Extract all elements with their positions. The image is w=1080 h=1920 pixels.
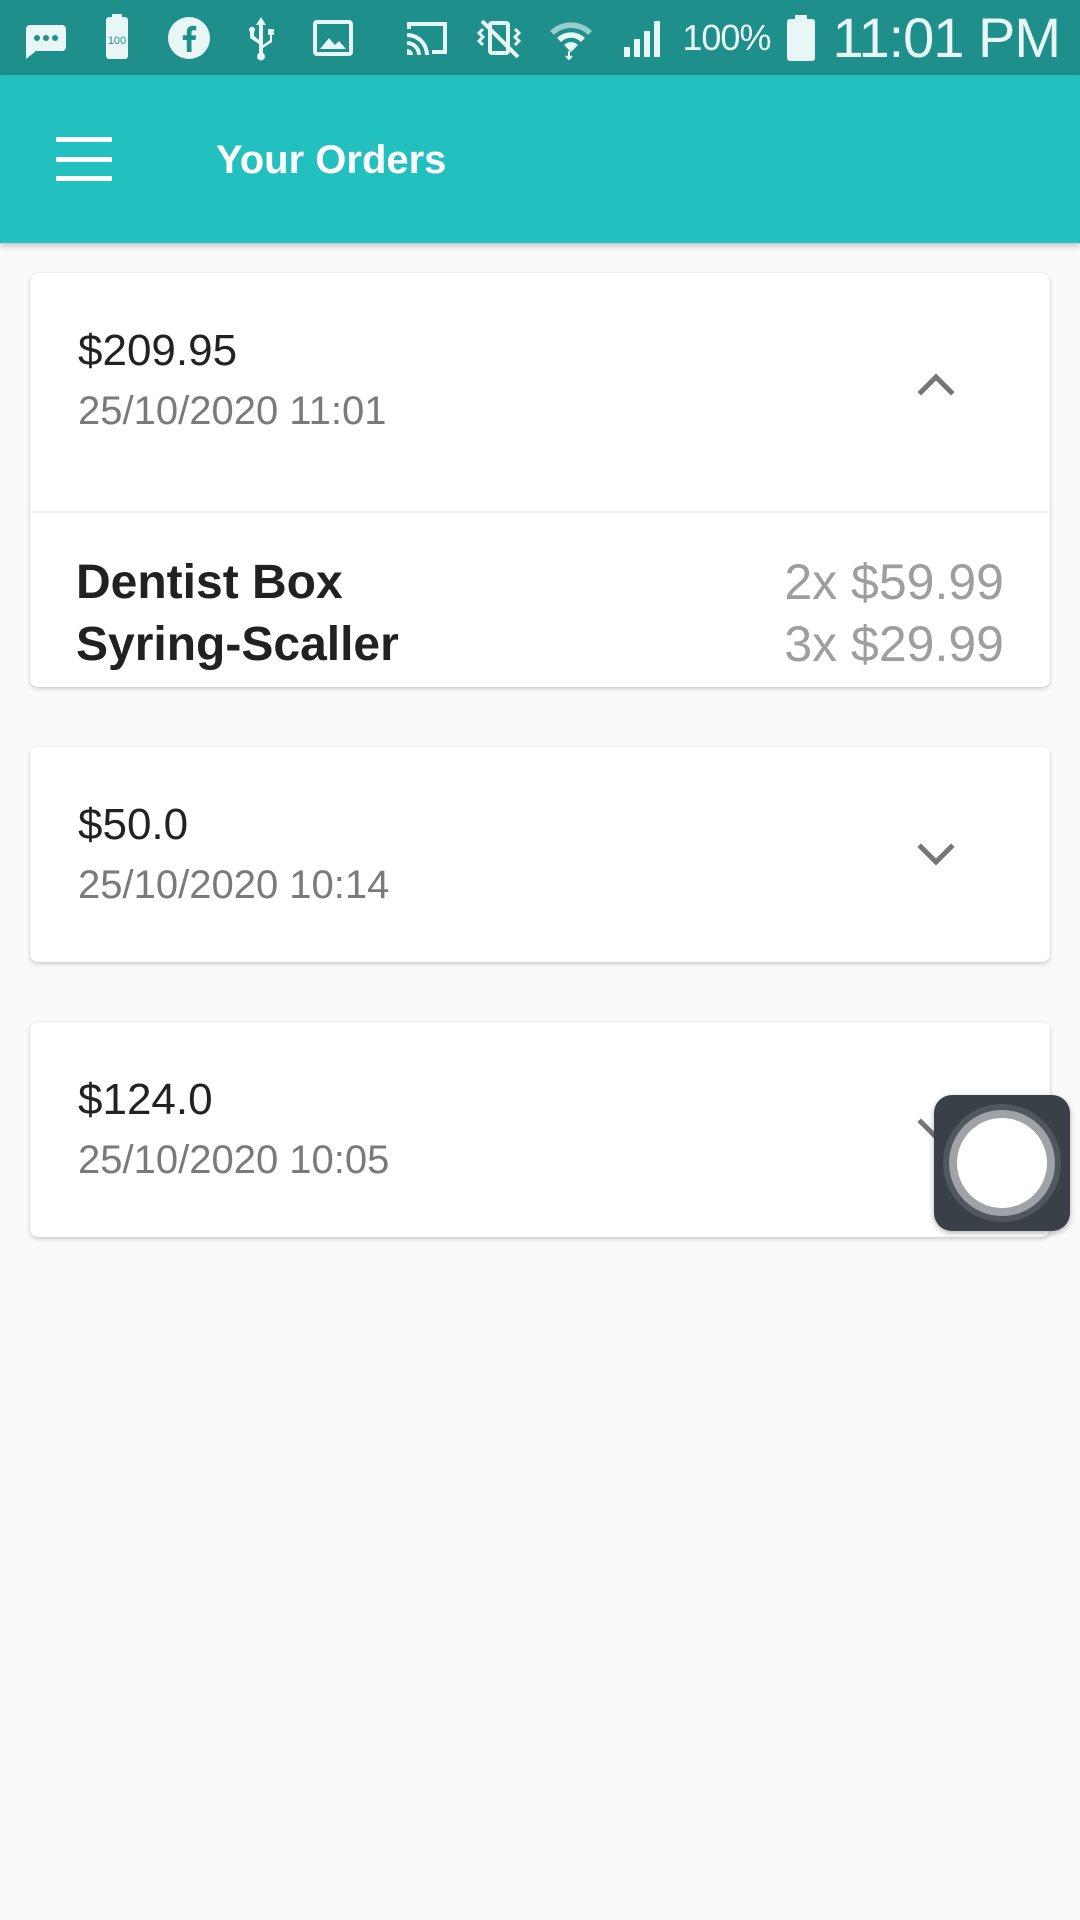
menu-line [56,176,112,181]
order-card: $50.0 25/10/2020 10:14 [30,747,1050,962]
clock: 11:01 PM [832,6,1061,69]
cast-icon [402,13,452,63]
signal-icon [618,13,668,63]
assistive-touch-button[interactable] [934,1095,1070,1231]
order-item-row: Syring-Scaller 3x $29.99 [76,613,1004,675]
item-quantity-price: 3x $29.99 [784,616,1004,672]
menu-line [56,137,112,142]
order-header[interactable]: $209.95 25/10/2020 11:01 [30,273,1050,513]
order-date: 25/10/2020 10:14 [78,863,390,907]
status-bar: 100 100% 11:01 PM [0,0,1080,75]
menu-line [56,156,112,162]
wifi-icon [546,13,596,63]
order-total: $209.95 [78,326,238,375]
usb-icon [236,13,286,63]
item-name: Syring-Scaller [76,617,399,671]
image-icon [308,13,358,63]
order-header[interactable]: $50.0 25/10/2020 10:14 [30,747,1050,962]
assistive-touch-icon [957,1118,1047,1208]
order-total: $124.0 [78,1075,213,1124]
chevron-up-icon[interactable] [912,361,960,409]
chat-icon [20,13,70,63]
battery-100-icon: 100 [92,13,142,63]
order-header[interactable]: $124.0 25/10/2020 10:05 [30,1022,1050,1237]
order-date: 25/10/2020 11:01 [78,389,387,433]
battery-percent: 100% [682,16,771,58]
order-date: 25/10/2020 10:05 [78,1138,390,1182]
vibrate-off-icon [474,13,524,63]
order-card: $124.0 25/10/2020 10:05 [30,1022,1050,1237]
page-title: Your Orders [216,138,447,182]
menu-icon[interactable] [56,137,112,181]
order-card: $209.95 25/10/2020 11:01 Dentist Box 2x … [30,273,1050,687]
battery-icon [784,13,818,63]
system-status: 100% 11:01 PM [682,0,1061,75]
item-quantity-price: 2x $59.99 [784,554,1004,610]
item-name: Dentist Box [76,555,343,609]
app-bar: Your Orders [0,75,1080,243]
orders-list: $209.95 25/10/2020 11:01 Dentist Box 2x … [30,273,1050,1297]
order-total: $50.0 [78,800,189,849]
order-items: Dentist Box 2x $59.99 Syring-Scaller 3x … [30,513,1050,687]
battery-badge-text: 100 [108,35,126,47]
notification-icons: 100 [20,8,668,68]
chevron-down-icon[interactable] [912,830,960,878]
facebook-icon [164,13,214,63]
order-item-row: Dentist Box 2x $59.99 [76,551,1004,613]
